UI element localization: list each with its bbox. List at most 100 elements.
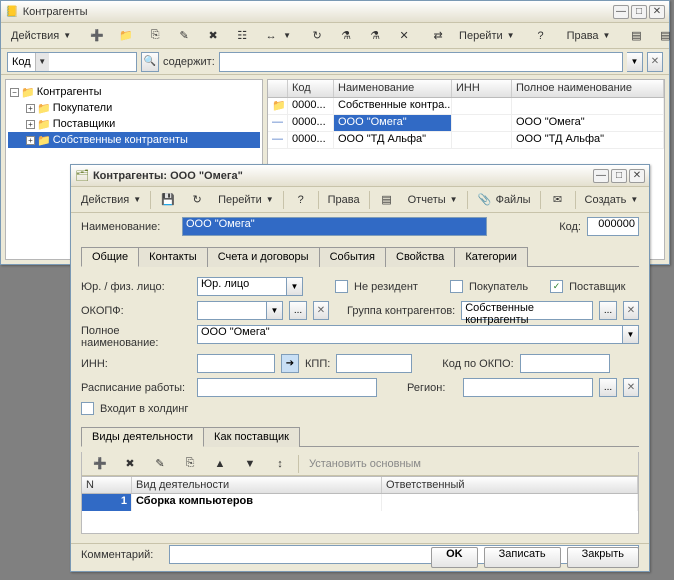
dlg-save-btn[interactable]: 💾 xyxy=(154,190,182,210)
main-titlebar[interactable]: 📒 Контрагенты — □ ✕ xyxy=(1,1,669,23)
group-clear[interactable]: ✕ xyxy=(623,301,639,320)
table-row[interactable]: 1 Сборка компьютеров xyxy=(82,494,638,511)
dlg-refresh-btn[interactable]: ↻ xyxy=(183,190,211,210)
expand-icon[interactable]: + xyxy=(26,104,35,113)
tab-common[interactable]: Общие xyxy=(81,247,139,267)
tb-list1[interactable]: ▤ xyxy=(622,26,650,46)
tb-filter2[interactable]: ⚗ xyxy=(361,26,389,46)
region-input[interactable] xyxy=(463,378,593,397)
okopf-clear[interactable]: ✕ xyxy=(313,301,329,320)
act-edit[interactable]: ✎ xyxy=(146,454,174,474)
col-name[interactable]: Наименование xyxy=(334,80,452,97)
tree-suppliers[interactable]: + 📁 Поставщики xyxy=(8,116,260,132)
inn-action-button[interactable]: ➔ xyxy=(281,354,299,373)
name-input[interactable]: ООО "Омега" xyxy=(182,217,487,236)
search-input[interactable] xyxy=(219,52,623,72)
dlg-create-menu[interactable]: Создать▼ xyxy=(579,190,645,210)
nonres-checkbox[interactable] xyxy=(335,280,348,293)
okopf-lookup-button[interactable]: ... xyxy=(289,301,307,320)
dlg-mail-btn[interactable]: ✉ xyxy=(544,190,572,210)
holding-checkbox[interactable] xyxy=(81,402,94,415)
maximize-button[interactable]: □ xyxy=(631,5,647,19)
tb-add[interactable]: ➕ xyxy=(83,26,111,46)
minimize-button[interactable]: — xyxy=(613,5,629,19)
dlg-goto-menu[interactable]: Перейти▼ xyxy=(212,190,280,210)
dlg-report-btn[interactable]: ▤ xyxy=(373,190,401,210)
dlg-help[interactable]: ? xyxy=(287,190,315,210)
activities-grid[interactable]: N Вид деятельности Ответственный 1 Сборк… xyxy=(82,476,638,533)
tb-filter1[interactable]: ⚗ xyxy=(332,26,360,46)
act-up[interactable]: ▲ xyxy=(206,454,234,474)
supplier-checkbox[interactable]: ✓ xyxy=(550,280,563,293)
act-col-n[interactable]: N xyxy=(82,477,132,493)
rights-menu[interactable]: Права▼ xyxy=(561,26,617,46)
dlg-files-menu[interactable]: 📎Файлы xyxy=(471,190,537,210)
search-clear[interactable]: ✕ xyxy=(647,52,663,72)
tb-delete[interactable]: ✖ xyxy=(199,26,227,46)
tree-own[interactable]: + 📁 Собственные контрагенты xyxy=(8,132,260,148)
ok-button[interactable]: OK xyxy=(431,547,478,568)
tb-add-folder[interactable]: 📁 xyxy=(112,26,140,46)
tb-help[interactable]: ? xyxy=(527,26,555,46)
tab-events[interactable]: События xyxy=(319,247,386,267)
tb-refresh[interactable]: ↻ xyxy=(303,26,331,46)
tb-exchange[interactable]: ⇄ xyxy=(424,26,452,46)
tb-copy[interactable]: ⎘ xyxy=(141,26,169,46)
act-col-resp[interactable]: Ответственный xyxy=(382,477,638,493)
table-row[interactable]: — 0000... ООО "ТД Альфа" ООО "ТД Альфа" xyxy=(268,132,664,149)
col-fullname[interactable]: Полное наименование xyxy=(512,80,664,97)
jur-select[interactable]: Юр. лицо xyxy=(197,277,287,296)
save-button[interactable]: Записать xyxy=(484,547,561,568)
act-sort[interactable]: ↕ xyxy=(266,454,294,474)
dlg-rights-menu[interactable]: Права xyxy=(322,190,366,210)
col-code[interactable]: Код xyxy=(288,80,334,97)
actions-menu[interactable]: Действия▼ xyxy=(5,26,77,46)
group-input[interactable]: Собственные контрагенты xyxy=(461,301,593,320)
act-down[interactable]: ▼ xyxy=(236,454,264,474)
tb-edit[interactable]: ✎ xyxy=(170,26,198,46)
tab-cats[interactable]: Категории xyxy=(454,247,528,267)
col-inn[interactable]: ИНН xyxy=(452,80,512,97)
col-marker[interactable] xyxy=(268,80,288,97)
tree-root[interactable]: − 📁 Контрагенты xyxy=(8,84,260,100)
search-lookup-button[interactable]: 🔍 xyxy=(141,52,159,72)
tab-contacts[interactable]: Контакты xyxy=(138,247,208,267)
tree-buyers[interactable]: + 📁 Покупатели xyxy=(8,100,260,116)
tb-hierarchy[interactable]: ☷ xyxy=(228,26,256,46)
okpo-input[interactable] xyxy=(520,354,610,373)
fullname-dd[interactable]: ▼ xyxy=(623,325,639,344)
act-del[interactable]: ✖ xyxy=(116,454,144,474)
act-col-kind[interactable]: Вид деятельности xyxy=(132,477,382,493)
tb-filter-off[interactable]: ✕ xyxy=(390,26,418,46)
dlg-titlebar[interactable]: 🗂 Контрагенты: ООО "Омега" — □ ✕ xyxy=(71,165,649,187)
collapse-icon[interactable]: − xyxy=(10,88,19,97)
table-row[interactable]: — 0000... ООО "Омега" ООО "Омега" xyxy=(268,115,664,132)
buyer-checkbox[interactable] xyxy=(450,280,463,293)
jur-dd[interactable]: ▼ xyxy=(287,277,303,296)
expand-icon[interactable]: + xyxy=(26,120,35,129)
close-button[interactable]: Закрыть xyxy=(567,547,639,568)
okopf-input[interactable] xyxy=(197,301,267,320)
dlg-minimize-button[interactable]: — xyxy=(593,169,609,183)
inn-input[interactable] xyxy=(197,354,275,373)
tb-list2[interactable]: ▤ xyxy=(651,26,674,46)
act-add[interactable]: ➕ xyxy=(86,454,114,474)
goto-menu[interactable]: Перейти▼ xyxy=(453,26,521,46)
kpp-input[interactable] xyxy=(336,354,412,373)
okopf-dd[interactable]: ▼ xyxy=(267,301,283,320)
act-copy[interactable]: ⎘ xyxy=(176,454,204,474)
dlg-maximize-button[interactable]: □ xyxy=(611,169,627,183)
tab-props[interactable]: Свойства xyxy=(385,247,455,267)
table-row[interactable]: 📁 0000... Собственные контра... xyxy=(268,98,664,115)
tab-as-supplier[interactable]: Как поставщик xyxy=(203,427,300,447)
dlg-reports-menu[interactable]: Отчеты▼ xyxy=(402,190,464,210)
schedule-input[interactable] xyxy=(197,378,377,397)
search-field-combo[interactable]: Код▼ xyxy=(7,52,137,72)
dlg-close-button[interactable]: ✕ xyxy=(629,169,645,183)
tab-accounts[interactable]: Счета и договоры xyxy=(207,247,320,267)
group-lookup-button[interactable]: ... xyxy=(599,301,617,320)
code-input[interactable]: 000000 xyxy=(587,217,639,236)
tb-move[interactable]: ↔▼ xyxy=(257,26,297,46)
region-clear[interactable]: ✕ xyxy=(623,378,639,397)
set-main-button[interactable]: Установить основным xyxy=(303,454,427,474)
